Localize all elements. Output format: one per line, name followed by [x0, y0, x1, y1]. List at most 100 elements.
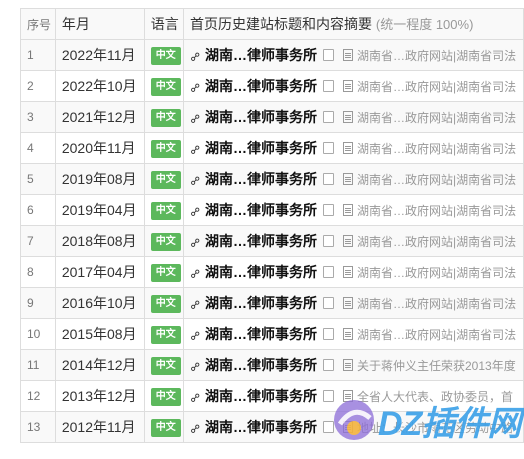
copy-icon[interactable]	[323, 390, 334, 402]
document-icon	[343, 49, 353, 61]
row-index: 7	[20, 225, 56, 257]
table-row: 13 2012年11月 中文 ⚯湖南…律师事务所 地址：长沙市雨花区劳动中路	[20, 411, 524, 443]
link-icon: ⚯	[186, 358, 204, 376]
row-description: 湖南省…政府网站|湖南省司法	[357, 266, 517, 280]
row-language: 中文	[143, 287, 185, 319]
table-row: 1 2022年11月 中文 ⚯湖南…律师事务所 湖南省…政府网站|湖南省司法	[20, 39, 524, 71]
row-title-link[interactable]: 湖南…律师事务所	[205, 171, 317, 187]
copy-icon[interactable]	[323, 111, 334, 123]
table-row: 8 2017年04月 中文 ⚯湖南…律师事务所 湖南省…政府网站|湖南省司法	[20, 256, 524, 288]
table-row: 9 2016年10月 中文 ⚯湖南…律师事务所 湖南省…政府网站|湖南省司法	[20, 287, 524, 319]
language-badge: 中文	[150, 109, 181, 127]
row-language: 中文	[143, 70, 185, 102]
link-icon: ⚯	[186, 296, 204, 314]
row-summary: ⚯湖南…律师事务所 湖南省…政府网站|湖南省司法	[183, 70, 524, 102]
language-badge: 中文	[150, 78, 181, 96]
row-month: 2022年10月	[54, 70, 145, 102]
row-description: 湖南省…政府网站|湖南省司法	[357, 328, 517, 342]
row-index: 13	[20, 411, 56, 443]
link-icon: ⚯	[186, 110, 204, 128]
row-month: 2016年10月	[54, 287, 145, 319]
row-description: 湖南省…政府网站|湖南省司法	[357, 297, 517, 311]
row-month: 2019年04月	[54, 194, 145, 226]
row-summary: ⚯湖南…律师事务所 湖南省…政府网站|湖南省司法	[183, 256, 524, 288]
language-badge: 中文	[150, 388, 181, 406]
row-index: 8	[20, 256, 56, 288]
row-month: 2014年12月	[54, 349, 145, 381]
row-title-link[interactable]: 湖南…律师事务所	[205, 78, 317, 94]
row-title-link[interactable]: 湖南…律师事务所	[205, 47, 317, 63]
table-row: 12 2013年12月 中文 ⚯湖南…律师事务所 全省人大代表、政协委员，首	[20, 380, 524, 412]
copy-icon[interactable]	[323, 142, 334, 154]
table-row: 2 2022年10月 中文 ⚯湖南…律师事务所 湖南省…政府网站|湖南省司法	[20, 70, 524, 102]
row-title-link[interactable]: 湖南…律师事务所	[205, 295, 317, 311]
row-title-link[interactable]: 湖南…律师事务所	[205, 109, 317, 125]
document-icon	[343, 80, 353, 92]
row-description: 地址：长沙市雨花区劳动中路	[357, 421, 514, 435]
row-index: 10	[20, 318, 56, 350]
row-summary: ⚯湖南…律师事务所 湖南省…政府网站|湖南省司法	[183, 287, 524, 319]
row-description: 湖南省…政府网站|湖南省司法	[357, 111, 517, 125]
row-description: 湖南省…政府网站|湖南省司法	[357, 173, 517, 187]
row-index: 6	[20, 194, 56, 226]
row-description: 湖南省…政府网站|湖南省司法	[357, 49, 517, 63]
copy-icon[interactable]	[323, 266, 334, 278]
table-row: 7 2018年08月 中文 ⚯湖南…律师事务所 湖南省…政府网站|湖南省司法	[20, 225, 524, 257]
row-summary: ⚯湖南…律师事务所 湖南省…政府网站|湖南省司法	[183, 39, 524, 71]
language-badge: 中文	[150, 140, 181, 158]
document-icon	[343, 359, 353, 371]
row-description: 全省人大代表、政协委员，首	[357, 390, 514, 404]
row-title-link[interactable]: 湖南…律师事务所	[205, 140, 317, 156]
document-icon	[343, 328, 353, 340]
row-summary: ⚯湖南…律师事务所 湖南省…政府网站|湖南省司法	[183, 318, 524, 350]
history-table: 序号 年月 语言 首页历史建站标题和内容摘要 (统一程度 100%) 1 2022…	[20, 8, 524, 443]
table-row: 3 2021年12月 中文 ⚯湖南…律师事务所 湖南省…政府网站|湖南省司法	[20, 101, 524, 133]
copy-icon[interactable]	[323, 80, 334, 92]
copy-icon[interactable]	[323, 328, 334, 340]
language-badge: 中文	[150, 357, 181, 375]
row-language: 中文	[143, 349, 185, 381]
row-month: 2013年12月	[54, 380, 145, 412]
document-icon	[343, 111, 353, 123]
row-language: 中文	[143, 225, 185, 257]
row-title-link[interactable]: 湖南…律师事务所	[205, 202, 317, 218]
row-language: 中文	[143, 101, 185, 133]
language-badge: 中文	[150, 326, 181, 344]
copy-icon[interactable]	[323, 204, 334, 216]
language-badge: 中文	[150, 47, 181, 65]
row-title-link[interactable]: 湖南…律师事务所	[205, 419, 317, 435]
language-badge: 中文	[150, 202, 181, 220]
copy-icon[interactable]	[323, 297, 334, 309]
document-icon	[343, 204, 353, 216]
row-title-link[interactable]: 湖南…律师事务所	[205, 357, 317, 373]
language-badge: 中文	[150, 233, 181, 251]
row-month: 2012年11月	[54, 411, 145, 443]
row-index: 4	[20, 132, 56, 164]
row-month: 2021年12月	[54, 101, 145, 133]
row-month: 2015年08月	[54, 318, 145, 350]
document-icon	[343, 421, 353, 433]
copy-icon[interactable]	[323, 49, 334, 61]
copy-icon[interactable]	[323, 421, 334, 433]
row-description: 湖南省…政府网站|湖南省司法	[357, 204, 517, 218]
row-language: 中文	[143, 39, 185, 71]
table-row: 4 2020年11月 中文 ⚯湖南…律师事务所 湖南省…政府网站|湖南省司法	[20, 132, 524, 164]
row-title-link[interactable]: 湖南…律师事务所	[205, 233, 317, 249]
row-language: 中文	[143, 194, 185, 226]
row-language: 中文	[143, 163, 185, 195]
copy-icon[interactable]	[323, 235, 334, 247]
document-icon	[343, 297, 353, 309]
header-summary: 首页历史建站标题和内容摘要 (统一程度 100%)	[183, 8, 524, 40]
copy-icon[interactable]	[323, 173, 334, 185]
row-month: 2017年04月	[54, 256, 145, 288]
row-language: 中文	[143, 411, 185, 443]
row-title-link[interactable]: 湖南…律师事务所	[205, 388, 317, 404]
row-index: 1	[20, 39, 56, 71]
copy-icon[interactable]	[323, 359, 334, 371]
row-summary: ⚯湖南…律师事务所 全省人大代表、政协委员，首	[183, 380, 524, 412]
row-month: 2019年08月	[54, 163, 145, 195]
row-title-link[interactable]: 湖南…律师事务所	[205, 264, 317, 280]
table-header-row: 序号 年月 语言 首页历史建站标题和内容摘要 (统一程度 100%)	[20, 8, 524, 40]
row-description: 湖南省…政府网站|湖南省司法	[357, 142, 517, 156]
row-title-link[interactable]: 湖南…律师事务所	[205, 326, 317, 342]
